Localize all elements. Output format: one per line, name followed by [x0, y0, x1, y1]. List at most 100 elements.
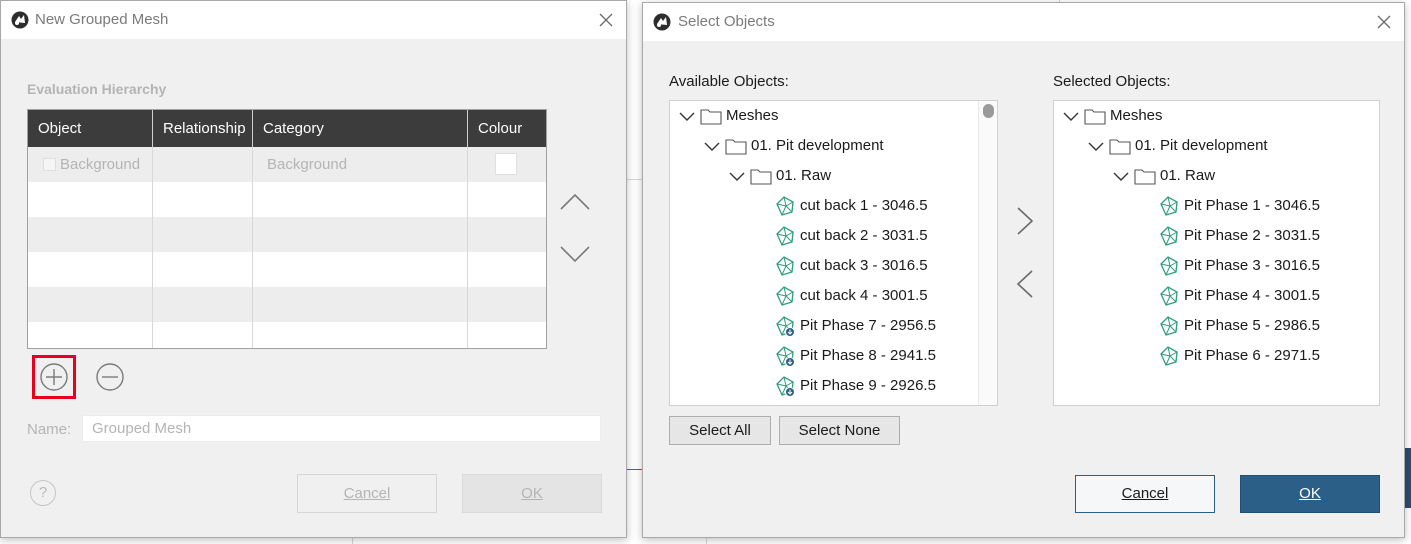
- tree-label: Pit Phase 5 - 2986.5: [1184, 317, 1320, 334]
- ok-button-label: OK: [521, 485, 543, 502]
- background-divider: [352, 538, 353, 544]
- move-right-chevron-icon[interactable]: [1014, 205, 1036, 237]
- column-header-colour[interactable]: Colour: [468, 110, 546, 147]
- mesh-icon: [1160, 256, 1178, 276]
- tree-label: cut back 4 - 3001.5: [800, 287, 928, 304]
- chevron-down-icon[interactable]: [678, 107, 696, 125]
- title-bar: New Grouped Mesh: [1, 1, 626, 39]
- tree-label: Meshes: [1110, 107, 1163, 124]
- app-logo-icon: [653, 13, 671, 31]
- tree-label: Pit Phase 6 - 2971.5: [1184, 347, 1320, 364]
- tree-label: 01. Pit development: [1135, 137, 1268, 154]
- cancel-button[interactable]: Cancel: [1075, 475, 1215, 513]
- background-divider: [706, 538, 707, 544]
- move-left-chevron-icon[interactable]: [1014, 268, 1036, 300]
- chevron-down-icon[interactable]: [728, 167, 746, 185]
- mesh-icon: [1160, 226, 1178, 246]
- tree-label: Pit Phase 9 - 2926.5: [800, 377, 936, 394]
- chevron-down-icon[interactable]: [1062, 107, 1080, 125]
- select-objects-dialog: Select Objects Available Objects: Select…: [642, 2, 1405, 538]
- table-row: [28, 252, 546, 287]
- app-logo-icon: [11, 11, 29, 29]
- select-none-button[interactable]: Select None: [779, 416, 900, 445]
- column-divider: [152, 147, 153, 348]
- row-checkbox[interactable]: [43, 158, 56, 171]
- tree-label: 01. Raw: [1160, 167, 1216, 184]
- cancel-button-label: Cancel: [343, 485, 391, 502]
- close-icon[interactable]: [595, 9, 617, 31]
- help-button[interactable]: ?: [30, 480, 56, 506]
- mesh-icon: [1160, 196, 1178, 216]
- mesh-icon: [1160, 316, 1178, 336]
- scrollbar[interactable]: [978, 101, 997, 405]
- folder-icon: [1134, 169, 1156, 185]
- folder-icon: [1084, 109, 1106, 125]
- table-header: Object Relationship Category Colour: [28, 110, 546, 147]
- available-objects-label: Available Objects:: [669, 73, 789, 90]
- folder-icon: [700, 109, 722, 125]
- mesh-icon: [776, 226, 794, 246]
- mesh-icon: [1160, 286, 1178, 306]
- scrollbar-thumb[interactable]: [983, 104, 994, 118]
- folder-icon: [725, 139, 747, 155]
- mesh-icon: [776, 196, 794, 216]
- tree-label: Pit Phase 2 - 3031.5: [1184, 227, 1320, 244]
- column-divider: [252, 147, 253, 348]
- row-category: Background: [267, 156, 348, 173]
- table-row: [28, 287, 546, 322]
- row-object: Background: [60, 156, 141, 173]
- column-header-category[interactable]: Category: [253, 110, 468, 147]
- mesh-icon: [1160, 346, 1178, 366]
- table-row[interactable]: Background Background: [28, 147, 546, 182]
- new-grouped-mesh-dialog: New Grouped Mesh Evaluation Hierarchy Ob…: [0, 0, 627, 538]
- tree-label: cut back 2 - 3031.5: [800, 227, 928, 244]
- table-row: [28, 322, 546, 348]
- chevron-down-icon[interactable]: [1112, 167, 1130, 185]
- tree-label: Pit Phase 1 - 3046.5: [1184, 197, 1320, 214]
- column-header-object[interactable]: Object: [28, 110, 153, 147]
- available-objects-tree[interactable]: Meshes 01. Pit development 01. Raw cut b…: [669, 100, 998, 406]
- tree-label: Pit Phase 8 - 2941.5: [800, 347, 936, 364]
- tree-label: 01. Pit development: [751, 137, 884, 154]
- column-header-relationship[interactable]: Relationship: [153, 110, 253, 147]
- tree-label: Meshes: [726, 107, 779, 124]
- remove-minus-icon[interactable]: [95, 362, 125, 392]
- mesh-icon: [776, 346, 795, 367]
- title-bar: Select Objects: [643, 3, 1404, 41]
- dialog-title: Select Objects: [678, 13, 775, 30]
- folder-icon: [750, 169, 772, 185]
- dialog-title: New Grouped Mesh: [35, 11, 169, 28]
- hierarchy-table[interactable]: Object Relationship Category Colour Back…: [27, 109, 547, 349]
- close-icon[interactable]: [1373, 11, 1395, 33]
- select-all-button[interactable]: Select All: [669, 416, 771, 445]
- section-label: Evaluation Hierarchy: [27, 81, 167, 97]
- table-row: [28, 182, 546, 217]
- ok-button[interactable]: OK: [1240, 475, 1380, 513]
- table-row: [28, 217, 546, 252]
- cancel-button-label: Cancel: [1121, 485, 1169, 502]
- mesh-icon: [776, 256, 794, 276]
- chevron-down-icon[interactable]: [1087, 137, 1105, 155]
- selected-objects-label: Selected Objects:: [1053, 73, 1171, 90]
- tree-label: Pit Phase 4 - 3001.5: [1184, 287, 1320, 304]
- tree-label: Pit Phase 7 - 2956.5: [800, 317, 936, 334]
- tree-label: cut back 3 - 3016.5: [800, 257, 928, 274]
- column-divider: [467, 147, 468, 348]
- chevron-down-icon[interactable]: [703, 137, 721, 155]
- mesh-icon: [776, 316, 795, 337]
- mesh-icon: [776, 286, 794, 306]
- ok-button[interactable]: OK: [462, 474, 602, 513]
- name-label: Name:: [27, 421, 72, 438]
- selected-objects-tree[interactable]: Meshes 01. Pit development 01. Raw Pit P…: [1053, 100, 1380, 406]
- name-input[interactable]: Grouped Mesh: [82, 415, 601, 442]
- ok-button-label: OK: [1299, 485, 1321, 502]
- tree-label: 01. Raw: [776, 167, 832, 184]
- row-colour-swatch[interactable]: [495, 153, 517, 175]
- folder-icon: [1109, 139, 1131, 155]
- cancel-button[interactable]: Cancel: [297, 474, 437, 513]
- move-down-chevron-icon[interactable]: [559, 245, 591, 265]
- tree-label: Pit Phase 3 - 3016.5: [1184, 257, 1320, 274]
- move-up-chevron-icon[interactable]: [559, 191, 591, 211]
- add-plus-icon[interactable]: [39, 362, 69, 392]
- tree-label: cut back 1 - 3046.5: [800, 197, 928, 214]
